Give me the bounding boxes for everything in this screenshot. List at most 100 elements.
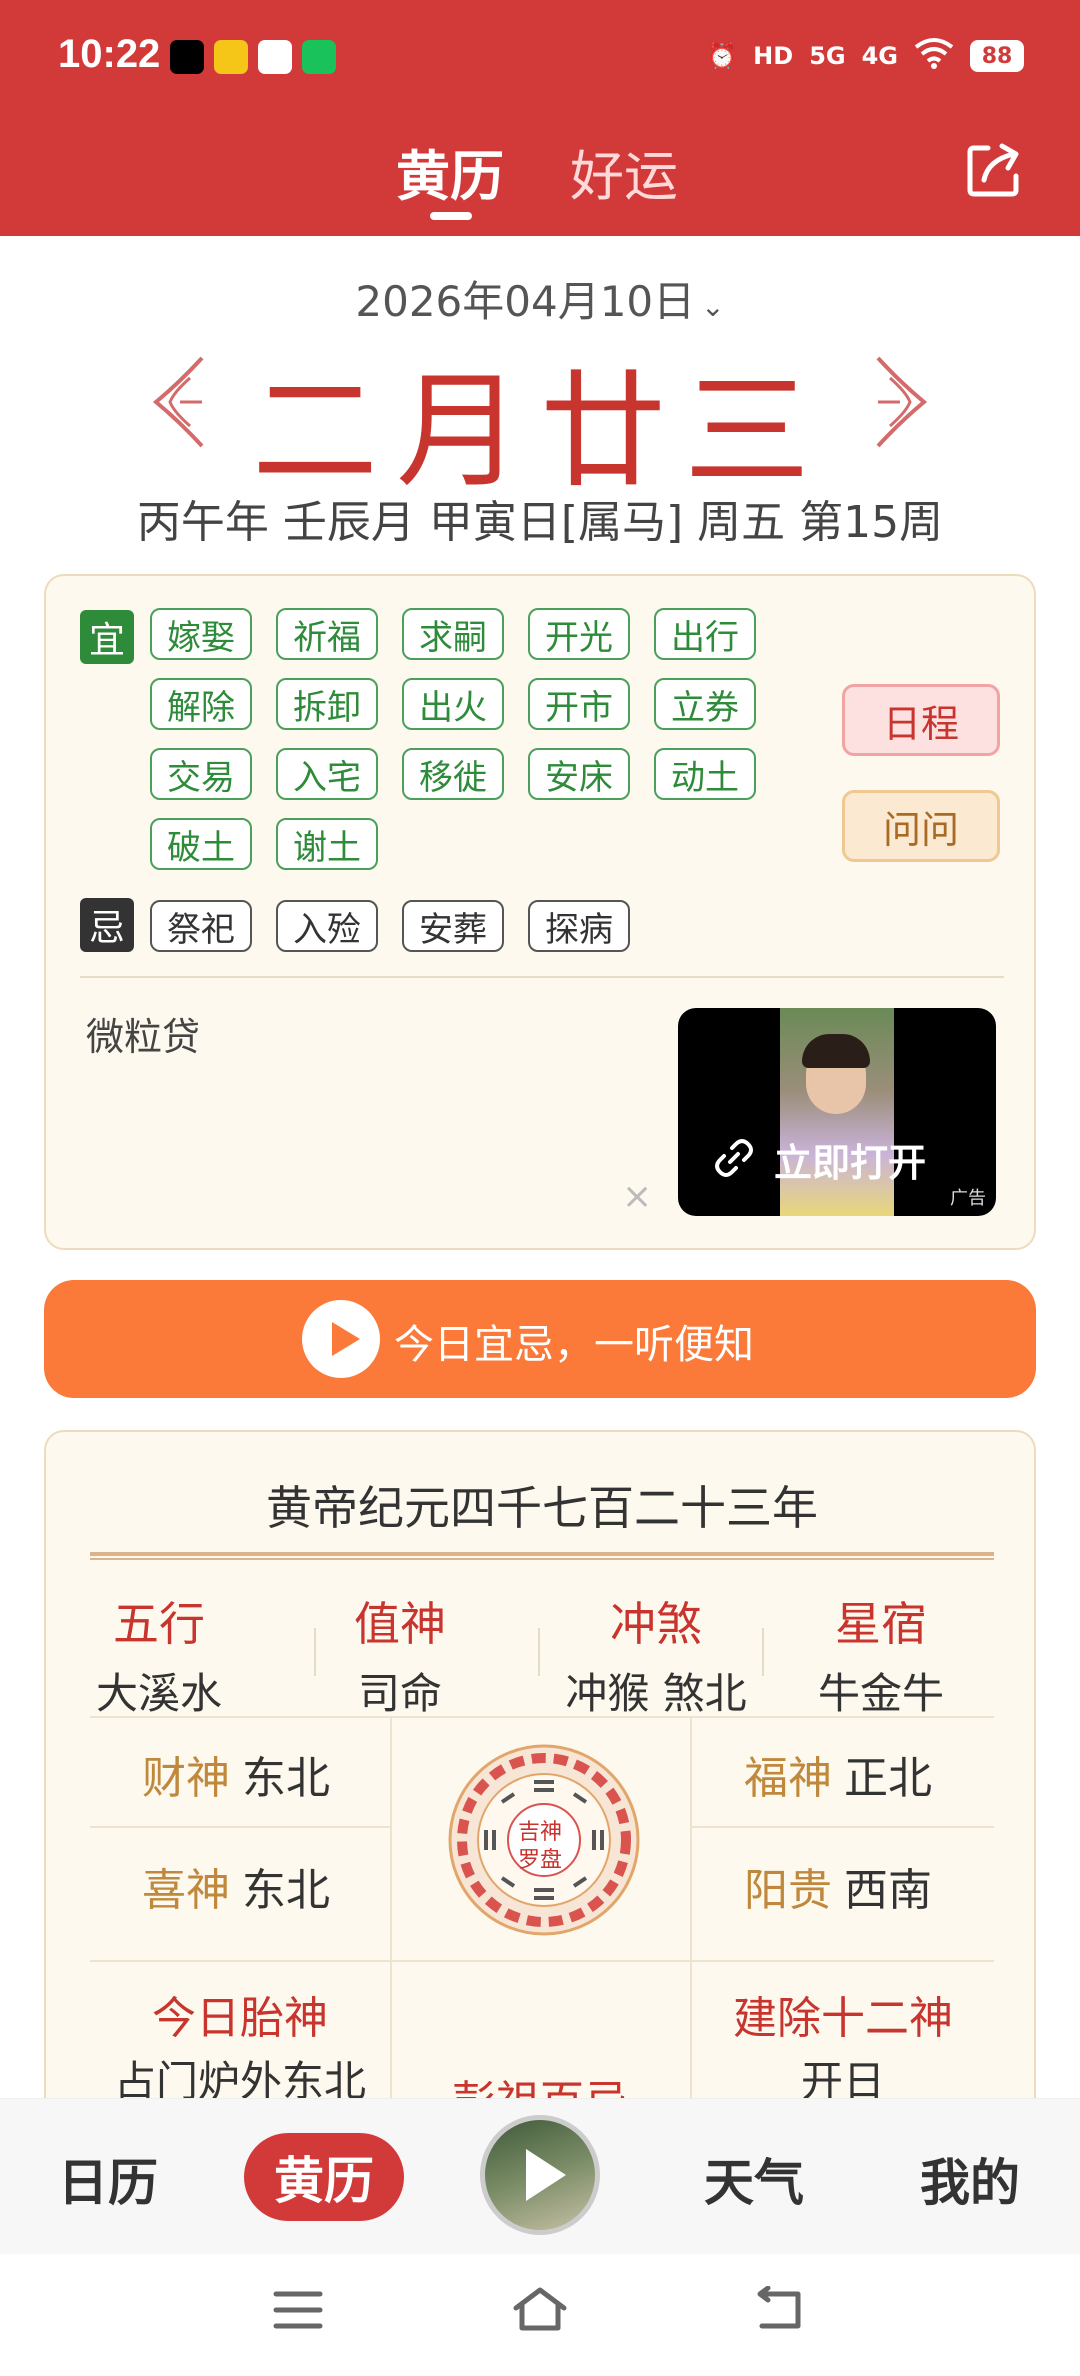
column-value: 大溪水 bbox=[95, 1669, 222, 1718]
yiji-card: 宜 嫁娶 祈福 求嗣 开光 出行 解除 拆卸 出火 开市 立券 交易 入宅 移徙… bbox=[44, 574, 1036, 1250]
fushen-cell[interactable]: 福神 正北 bbox=[744, 1742, 932, 1806]
taishen-label: 今日胎神 bbox=[152, 1993, 328, 2044]
yi-chip[interactable]: 出行 bbox=[654, 608, 756, 660]
status-time: 10:22 bbox=[58, 32, 161, 76]
column-label: 五行 bbox=[113, 1597, 205, 1651]
system-navigation-bar bbox=[0, 2254, 1080, 2376]
wifi-icon bbox=[914, 37, 954, 75]
yi-chip[interactable]: 安床 bbox=[528, 748, 630, 800]
xishen-cell[interactable]: 喜神 东北 bbox=[142, 1854, 330, 1918]
link-icon bbox=[715, 1139, 753, 1177]
back-icon[interactable] bbox=[752, 2286, 804, 2332]
yanggui-cell[interactable]: 阳贵 西南 bbox=[744, 1854, 932, 1918]
ask-button[interactable]: 问问 bbox=[842, 790, 1000, 862]
god-label: 福神 bbox=[744, 1753, 832, 1804]
era-title: 黄帝纪元四千七百二十三年 bbox=[266, 1481, 818, 1535]
share-icon[interactable] bbox=[964, 140, 1024, 200]
ad-title[interactable]: 微粒贷 bbox=[86, 1006, 200, 1061]
yi-chip[interactable]: 出火 bbox=[402, 678, 504, 730]
nav-huangli[interactable]: 黄历 bbox=[244, 2133, 404, 2221]
wuxing-column[interactable]: 五行 大溪水 bbox=[46, 1588, 272, 1721]
alarm-icon: ⏰ bbox=[707, 42, 738, 70]
yi-chip[interactable]: 拆卸 bbox=[276, 678, 378, 730]
jianchu-label: 建除十二神 bbox=[733, 1993, 953, 2044]
nav-calendar[interactable]: 日历 bbox=[58, 2143, 158, 2215]
ad-close-icon[interactable]: × bbox=[622, 1176, 652, 1217]
ji-chip[interactable]: 入殓 bbox=[276, 900, 378, 952]
header-tabs: 黄历 好运 bbox=[0, 132, 1080, 220]
home-icon[interactable] bbox=[510, 2284, 570, 2334]
yi-chip[interactable]: 开光 bbox=[528, 608, 630, 660]
grid-line bbox=[90, 1716, 994, 1718]
god-direction: 西南 bbox=[844, 1865, 932, 1916]
column-value: 冲猴 煞北 bbox=[565, 1669, 747, 1718]
xingxiu-column[interactable]: 星宿 牛金牛 bbox=[768, 1588, 994, 1721]
yi-chip[interactable]: 谢土 bbox=[276, 818, 378, 870]
listen-banner[interactable]: 今日宜忌，一听便知 bbox=[44, 1280, 1036, 1398]
god-label: 阳贵 bbox=[744, 1865, 832, 1916]
era-divider bbox=[90, 1552, 994, 1560]
battery-icon: 88 bbox=[970, 40, 1024, 72]
ad-open-button[interactable]: 立即打开 bbox=[774, 1132, 926, 1187]
iqiyi-icon bbox=[302, 40, 336, 74]
chongsha-column[interactable]: 冲煞 冲猴 煞北 bbox=[542, 1588, 770, 1721]
grid-line bbox=[692, 1826, 994, 1828]
column-label: 冲煞 bbox=[610, 1597, 702, 1651]
yi-chip[interactable]: 祈福 bbox=[276, 608, 378, 660]
god-direction: 东北 bbox=[242, 1865, 330, 1916]
nav-mine[interactable]: 我的 bbox=[920, 2143, 1020, 2215]
column-label: 星宿 bbox=[835, 1597, 927, 1651]
god-direction: 正北 bbox=[844, 1753, 932, 1804]
god-label: 财神 bbox=[142, 1753, 230, 1804]
ji-chip[interactable]: 祭祀 bbox=[150, 900, 252, 952]
nav-weather[interactable]: 天气 bbox=[704, 2143, 804, 2215]
yi-chip[interactable]: 交易 bbox=[150, 748, 252, 800]
yi-chip[interactable]: 求嗣 bbox=[402, 608, 504, 660]
caishen-cell[interactable]: 财神 东北 bbox=[142, 1742, 330, 1806]
menu-icon[interactable] bbox=[272, 2288, 324, 2332]
play-icon bbox=[526, 2149, 566, 2201]
column-separator bbox=[762, 1628, 764, 1676]
grid-line bbox=[90, 1826, 390, 1828]
selected-date: 2026年04月10日 bbox=[355, 277, 696, 326]
yi-chip[interactable]: 入宅 bbox=[276, 748, 378, 800]
yi-chip[interactable]: 开市 bbox=[528, 678, 630, 730]
weibo-icon bbox=[258, 40, 292, 74]
active-tab-indicator bbox=[430, 212, 472, 220]
schedule-button[interactable]: 日程 bbox=[842, 684, 1000, 756]
yi-chip[interactable]: 嫁娶 bbox=[150, 608, 252, 660]
date-selector[interactable]: 2026年04月10日 ⌄ bbox=[0, 268, 1080, 329]
yi-badge: 宜 bbox=[80, 610, 134, 664]
tab-haoyun[interactable]: 好运 bbox=[570, 132, 678, 211]
almanac-info-card: 黄帝纪元四千七百二十三年 五行 大溪水 值神 司命 冲煞 冲猴 煞北 星宿 牛金… bbox=[44, 1430, 1036, 2130]
ji-badge: 忌 bbox=[80, 898, 134, 952]
yi-chip[interactable]: 破土 bbox=[150, 818, 252, 870]
hd-icon: HD bbox=[753, 42, 794, 70]
app-header: 10:22 ⏰ HD 5G 4G 88 黄历 好运 bbox=[0, 0, 1080, 236]
yi-chip[interactable]: 立券 bbox=[654, 678, 756, 730]
column-value: 牛金牛 bbox=[817, 1669, 944, 1718]
ji-chip[interactable]: 探病 bbox=[528, 900, 630, 952]
compass-label-bottom: 罗盘 bbox=[518, 1848, 563, 1873]
status-indicators: ⏰ HD 5G 4G 88 bbox=[707, 34, 1024, 78]
divider bbox=[80, 976, 1004, 978]
god-direction: 东北 bbox=[242, 1753, 330, 1804]
yi-chip[interactable]: 移徙 bbox=[402, 748, 504, 800]
yi-chip[interactable]: 解除 bbox=[150, 678, 252, 730]
next-day-arrow-icon[interactable] bbox=[872, 352, 930, 452]
ad-tag: 广告 bbox=[950, 1188, 986, 1209]
bottom-nav: 日历 黄历 天气 我的 bbox=[0, 2098, 1080, 2254]
column-value: 司命 bbox=[357, 1669, 442, 1718]
play-triangle bbox=[332, 1322, 360, 1356]
signal-5g-icon: 5G bbox=[809, 42, 846, 70]
tab-huangli[interactable]: 黄历 bbox=[396, 132, 504, 211]
yi-chip[interactable]: 动土 bbox=[654, 748, 756, 800]
notification-app-icon bbox=[214, 40, 248, 74]
zhishen-column[interactable]: 值神 司命 bbox=[242, 1588, 558, 1721]
grid-line bbox=[90, 1960, 994, 1962]
ji-chip[interactable]: 安葬 bbox=[402, 900, 504, 952]
signal-4g-icon: 4G bbox=[861, 42, 898, 70]
notification-app-icon bbox=[170, 40, 204, 74]
listen-label: 今日宜忌，一听便知 bbox=[394, 1322, 754, 1368]
ad-video[interactable]: 立即打开 广告 bbox=[678, 1008, 996, 1216]
